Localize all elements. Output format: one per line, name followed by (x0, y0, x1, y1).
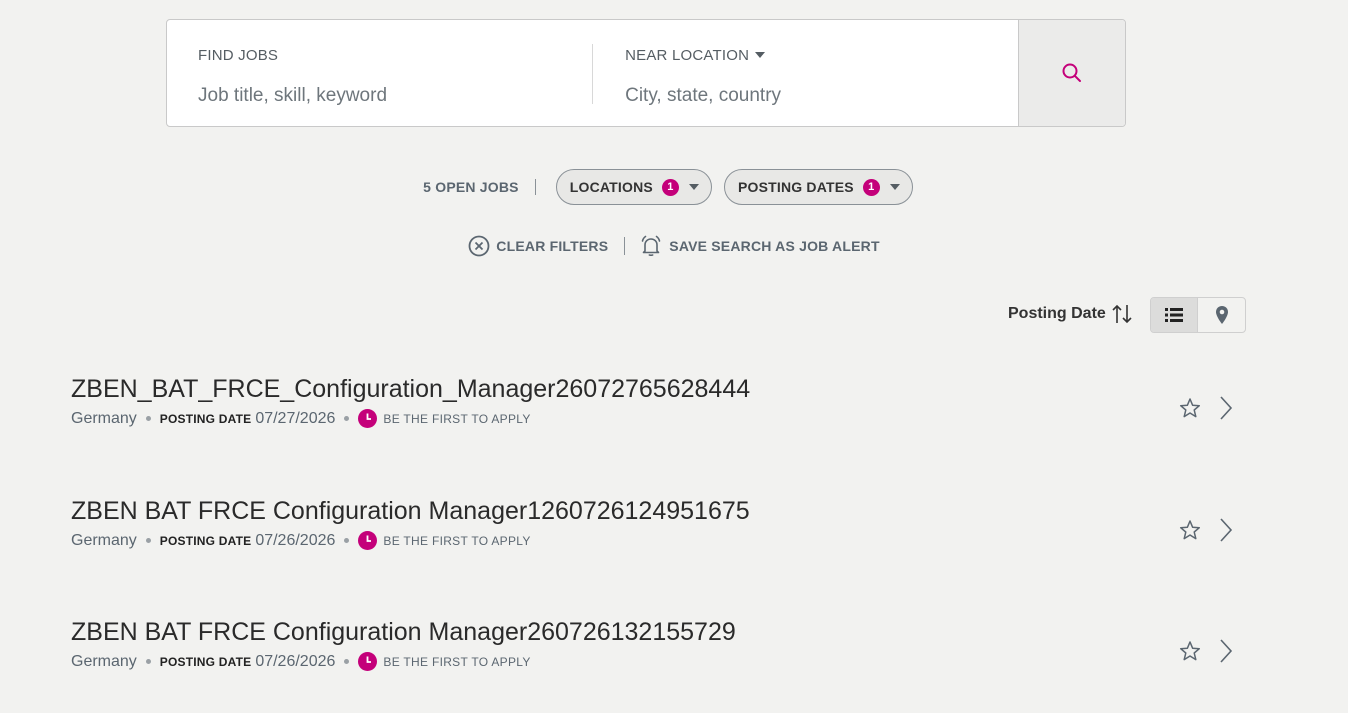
clear-filters-label: CLEAR FILTERS (496, 238, 609, 254)
locations-filter-label: LOCATIONS (569, 179, 653, 195)
posting-dates-filter-button[interactable]: POSTING DATES 1 (723, 169, 913, 205)
find-jobs-label: FIND JOBS (198, 47, 279, 64)
close-circle-icon (468, 235, 490, 257)
caret-down-icon (688, 184, 699, 190)
job-list-item: ZBEN BAT FRCE Configuration Manager26072… (71, 616, 1251, 686)
job-location: Germany (71, 409, 137, 427)
find-jobs-input[interactable] (198, 82, 558, 110)
job-meta: Germany POSTING DATE 07/27/2026 BE THE F… (71, 409, 1251, 428)
job-search-form: FIND JOBS NEAR LOCATION (166, 19, 1126, 127)
sort-arrows-icon (1112, 304, 1132, 324)
posting-dates-count-badge: 1 (862, 178, 880, 196)
job-status: BE THE FIRST TO APPLY (383, 654, 531, 669)
chevron-right-icon[interactable] (1219, 395, 1233, 421)
job-actions (1179, 517, 1251, 543)
near-location-field: NEAR LOCATION (593, 20, 1018, 126)
save-search-alert-button[interactable]: SAVE SEARCH AS JOB ALERT (639, 234, 880, 258)
caret-down-icon (755, 52, 766, 58)
job-meta: Germany POSTING DATE 07/26/2026 BE THE F… (71, 652, 1251, 671)
job-meta: Germany POSTING DATE 07/26/2026 BE THE F… (71, 531, 1251, 550)
job-location: Germany (71, 531, 137, 549)
job-title-link[interactable]: ZBEN_BAT_FRCE_Configuration_Manager26072… (71, 373, 1251, 405)
job-status: BE THE FIRST TO APPLY (383, 533, 531, 548)
chevron-right-icon[interactable] (1219, 638, 1233, 664)
near-location-label: NEAR LOCATION (625, 47, 750, 64)
actions-divider (624, 237, 626, 255)
clock-icon (358, 652, 378, 671)
open-jobs-count: 5 OPEN JOBS (423, 179, 536, 195)
location-input[interactable] (625, 82, 986, 110)
find-jobs-field: FIND JOBS (167, 20, 592, 126)
posting-date-label: POSTING DATE (159, 411, 252, 426)
separator-dot (344, 659, 350, 664)
job-list-item: ZBEN_BAT_FRCE_Configuration_Manager26072… (71, 373, 1251, 443)
locations-count-badge: 1 (661, 178, 679, 196)
separator-dot (145, 538, 151, 543)
job-title-link[interactable]: ZBEN BAT FRCE Configuration Manager12607… (71, 495, 1251, 527)
search-button[interactable] (1018, 20, 1125, 126)
job-actions (1179, 638, 1251, 664)
near-location-dropdown[interactable]: NEAR LOCATION (625, 47, 766, 64)
view-toggle (1150, 297, 1246, 333)
job-list-item: ZBEN BAT FRCE Configuration Manager12607… (71, 495, 1251, 565)
posting-date-label: POSTING DATE (159, 533, 252, 548)
posting-date-value: 07/26/2026 (255, 531, 336, 549)
filter-bar: 5 OPEN JOBS LOCATIONS 1 POSTING DATES 1 (0, 169, 1348, 205)
job-actions (1179, 395, 1251, 421)
save-search-label: SAVE SEARCH AS JOB ALERT (669, 238, 880, 254)
favorite-star-icon[interactable] (1179, 397, 1201, 419)
clock-icon (358, 531, 378, 550)
posting-date-label: POSTING DATE (159, 654, 252, 669)
search-icon (1062, 63, 1082, 82)
favorite-star-icon[interactable] (1179, 640, 1201, 662)
map-view-button[interactable] (1198, 298, 1245, 332)
sort-button[interactable]: Posting Date (1008, 303, 1134, 325)
separator-dot (145, 416, 151, 421)
search-actions: CLEAR FILTERS SAVE SEARCH AS JOB ALERT (0, 232, 1348, 260)
map-pin-icon (1215, 306, 1228, 324)
favorite-star-icon[interactable] (1179, 519, 1201, 541)
job-title-link[interactable]: ZBEN BAT FRCE Configuration Manager26072… (71, 616, 1251, 648)
bell-alert-icon (641, 235, 661, 257)
list-view-button[interactable] (1151, 298, 1199, 332)
list-icon (1165, 308, 1183, 322)
clock-icon (358, 409, 378, 428)
chevron-right-icon[interactable] (1219, 517, 1233, 543)
job-status: BE THE FIRST TO APPLY (383, 411, 531, 426)
locations-filter-button[interactable]: LOCATIONS 1 (555, 169, 712, 205)
separator-dot (344, 416, 350, 421)
posting-date-value: 07/27/2026 (255, 409, 336, 427)
job-location: Germany (71, 652, 137, 670)
separator-dot (145, 659, 151, 664)
clear-filters-button[interactable]: CLEAR FILTERS (468, 235, 608, 257)
caret-down-icon (889, 184, 900, 190)
separator-dot (344, 538, 350, 543)
posting-dates-filter-label: POSTING DATES (737, 179, 854, 195)
sort-label: Posting Date (1008, 305, 1106, 322)
posting-date-value: 07/26/2026 (255, 652, 336, 670)
